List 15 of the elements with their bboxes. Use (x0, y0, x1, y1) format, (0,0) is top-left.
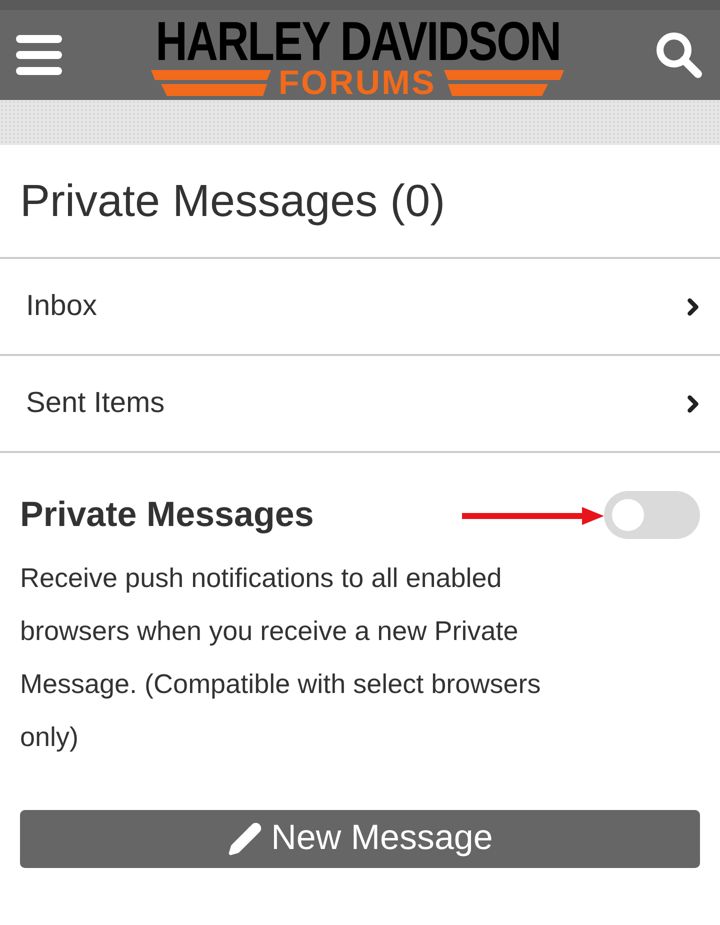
menu-icon[interactable] (16, 35, 62, 75)
search-icon[interactable] (654, 30, 704, 80)
setting-description: Receive push notifications to all enabled browsers when you receive a new Private Message. (Compatible with select browsers only) (20, 562, 542, 754)
arrow-icon (462, 505, 604, 526)
toggle-switch[interactable] (604, 491, 700, 540)
stripes-icon (150, 70, 270, 96)
nav-item[interactable]: Sent Items (0, 354, 720, 451)
logo-subtitle: FORUMS (278, 67, 436, 99)
pencil-icon (227, 820, 264, 856)
logo[interactable]: HARLEY DAVIDSON FORUMS (150, 11, 566, 99)
stripes-icon (444, 70, 564, 96)
page-title: Private Messages (0) (19, 174, 446, 228)
nav-item[interactable]: Inbox (0, 257, 720, 354)
new-message-button[interactable]: New Message (20, 810, 700, 868)
setting-title: Private Messages (20, 494, 314, 536)
